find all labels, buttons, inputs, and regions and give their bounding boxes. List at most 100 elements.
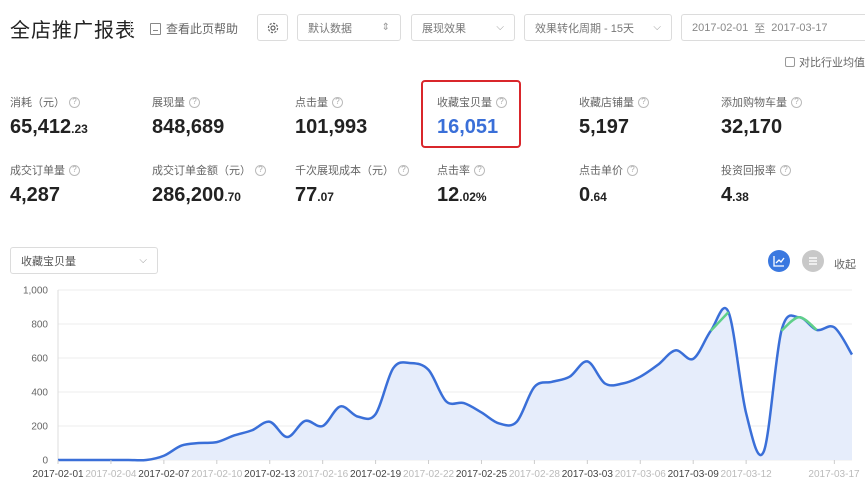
metric-orders[interactable]: 成交订单量? 4,287 xyxy=(10,162,150,207)
metric-value: 5,197 xyxy=(579,116,630,138)
title-divider xyxy=(130,20,131,36)
x-tick-label: 2017-02-01 xyxy=(32,469,84,480)
period-select[interactable]: 效果转化周期 - 15天 ⌵ xyxy=(524,14,672,41)
x-tick-label: 2017-02-16 xyxy=(297,469,349,480)
document-icon xyxy=(150,22,161,35)
chevron-down-icon: ⌵ xyxy=(496,22,504,33)
y-tick-label: 800 xyxy=(31,320,48,331)
help-icon[interactable]: ? xyxy=(791,96,802,108)
metric-value: 4.38 xyxy=(721,184,749,206)
updown-icon: ⇕ xyxy=(381,22,390,33)
metric-order-amount[interactable]: 成交订单金额（元）? 286,200.70 xyxy=(152,162,292,207)
chevron-down-icon: ⌵ xyxy=(139,255,147,266)
metric-value: 32,170 xyxy=(721,116,783,138)
x-tick-label: 2017-02-07 xyxy=(138,469,190,480)
effect-select[interactable]: 展现效果 ⌵ xyxy=(411,14,515,41)
report-header: 全店推广报表 查看此页帮助 默认数据 ⇕ 展现效果 ⌵ 效果转化周期 - 15天… xyxy=(0,0,865,69)
x-tick-label: 2017-02-13 xyxy=(244,469,296,480)
help-icon[interactable]: ? xyxy=(255,164,266,176)
compare-industry-toggle[interactable]: 对比行业均值 xyxy=(785,54,865,70)
metric-label: 千次展现成本（元） xyxy=(295,165,394,177)
y-tick-label: 0 xyxy=(42,456,48,467)
y-tick-label: 600 xyxy=(31,354,48,365)
metric-value: 65,412.23 xyxy=(10,116,88,138)
metric-value: 12.02% xyxy=(437,184,487,206)
data-select-value: 默认数据 xyxy=(308,22,352,35)
help-icon[interactable]: ? xyxy=(398,164,409,176)
x-tick-label: 2017-03-03 xyxy=(562,469,614,480)
x-tick-label: 2017-03-09 xyxy=(668,469,720,480)
date-start: 2017-02-01 xyxy=(692,21,749,34)
x-tick-label: 2017-02-10 xyxy=(191,469,243,480)
help-icon[interactable]: ? xyxy=(627,164,638,176)
metric-label: 收藏店铺量 xyxy=(579,97,634,109)
y-tick-label: 1,000 xyxy=(23,286,48,297)
chevron-down-icon: ⌵ xyxy=(653,22,661,33)
trend-chart: 02004006008001,000 2017-02-01 2017-02-04 2… xyxy=(23,286,860,481)
help-icon[interactable]: ? xyxy=(474,164,485,176)
list-icon xyxy=(809,257,817,265)
compare-label: 对比行业均值 xyxy=(799,57,865,69)
metric-roi[interactable]: 投资回报率? 4.38 xyxy=(721,162,861,207)
y-tick-label: 400 xyxy=(31,388,48,399)
help-icon[interactable]: ? xyxy=(780,164,791,176)
metric-add-to-cart[interactable]: 添加购物车量? 32,170 xyxy=(721,94,861,139)
help-icon[interactable]: ? xyxy=(69,164,80,176)
metric-label: 成交订单金额（元） xyxy=(152,165,251,177)
help-icon[interactable]: ? xyxy=(189,96,200,108)
metric-label: 成交订单量 xyxy=(10,165,65,177)
chart-metric-select[interactable]: 收藏宝贝量 ⌵ xyxy=(10,247,158,274)
x-tick-label: 2017-02-22 xyxy=(403,469,455,480)
x-tick-label: 2017-02-25 xyxy=(456,469,508,480)
help-link[interactable]: 查看此页帮助 xyxy=(150,20,238,37)
period-select-value: 效果转化周期 - 15天 xyxy=(535,22,635,35)
x-tick-label: 2017-03-06 xyxy=(615,469,667,480)
metric-value: 848,689 xyxy=(152,116,225,138)
metric-label: 点击单价 xyxy=(579,165,623,177)
metric-label: 消耗（元） xyxy=(10,97,65,109)
metric-impressions[interactable]: 展现量? 848,689 xyxy=(152,94,292,139)
metric-value: 286,200.70 xyxy=(152,184,241,206)
y-axis: 0 200 400 600 800 1,000 xyxy=(23,286,48,467)
x-tick-label: 2017-03-17 xyxy=(808,469,860,480)
page-title: 全店推广报表 xyxy=(10,20,136,42)
metric-label: 投资回报率 xyxy=(721,165,776,177)
x-tick-label: 2017-02-19 xyxy=(350,469,402,480)
help-icon[interactable]: ? xyxy=(332,96,343,108)
settings-button[interactable] xyxy=(257,14,288,41)
chart-metric-value: 收藏宝贝量 xyxy=(21,255,76,268)
table-view-button[interactable] xyxy=(802,250,824,272)
line-view-button[interactable] xyxy=(768,250,790,272)
metric-label: 点击率 xyxy=(437,165,470,177)
collapse-link[interactable]: 收起 xyxy=(834,256,856,272)
metric-ctr[interactable]: 点击率? 12.02% xyxy=(437,162,577,207)
metric-shop-favorites[interactable]: 收藏店铺量? 5,197 xyxy=(579,94,719,139)
help-icon[interactable]: ? xyxy=(638,96,649,108)
line-chart-icon xyxy=(773,256,785,267)
x-tick-label: 2017-02-04 xyxy=(85,469,137,480)
x-axis: 2017-02-01 2017-02-04 2017-02-07 2017-02-10… xyxy=(32,460,860,480)
compare-checkbox[interactable] xyxy=(785,57,795,67)
date-range-picker[interactable]: 2017-02-01 至 2017-03-17 xyxy=(681,14,865,41)
metric-label: 添加购物车量 xyxy=(721,97,787,109)
data-select[interactable]: 默认数据 ⇕ xyxy=(297,14,401,41)
selected-metric-highlight xyxy=(421,80,521,148)
date-end: 2017-03-17 xyxy=(771,21,828,34)
metric-cpm[interactable]: 千次展现成本（元）? 77.07 xyxy=(295,162,435,207)
metric-clicks[interactable]: 点击量? 101,993 xyxy=(295,94,435,139)
help-label: 查看此页帮助 xyxy=(166,22,239,36)
metric-value: 4,287 xyxy=(10,184,61,206)
metric-value: 77.07 xyxy=(295,184,334,206)
metric-value: 0.64 xyxy=(579,184,607,206)
metric-cost[interactable]: 消耗（元）? 65,412.23 xyxy=(10,94,150,139)
metric-value: 101,993 xyxy=(295,116,368,138)
metric-label: 展现量 xyxy=(152,97,185,109)
metric-label: 点击量 xyxy=(295,97,328,109)
x-tick-label: 2017-03-12 xyxy=(721,469,773,480)
help-icon[interactable]: ? xyxy=(69,96,80,108)
effect-select-value: 展现效果 xyxy=(422,22,466,35)
x-tick-label: 2017-02-28 xyxy=(509,469,561,480)
metric-cpc[interactable]: 点击单价? 0.64 xyxy=(579,162,719,207)
gear-icon xyxy=(267,22,278,33)
y-tick-label: 200 xyxy=(31,422,48,433)
